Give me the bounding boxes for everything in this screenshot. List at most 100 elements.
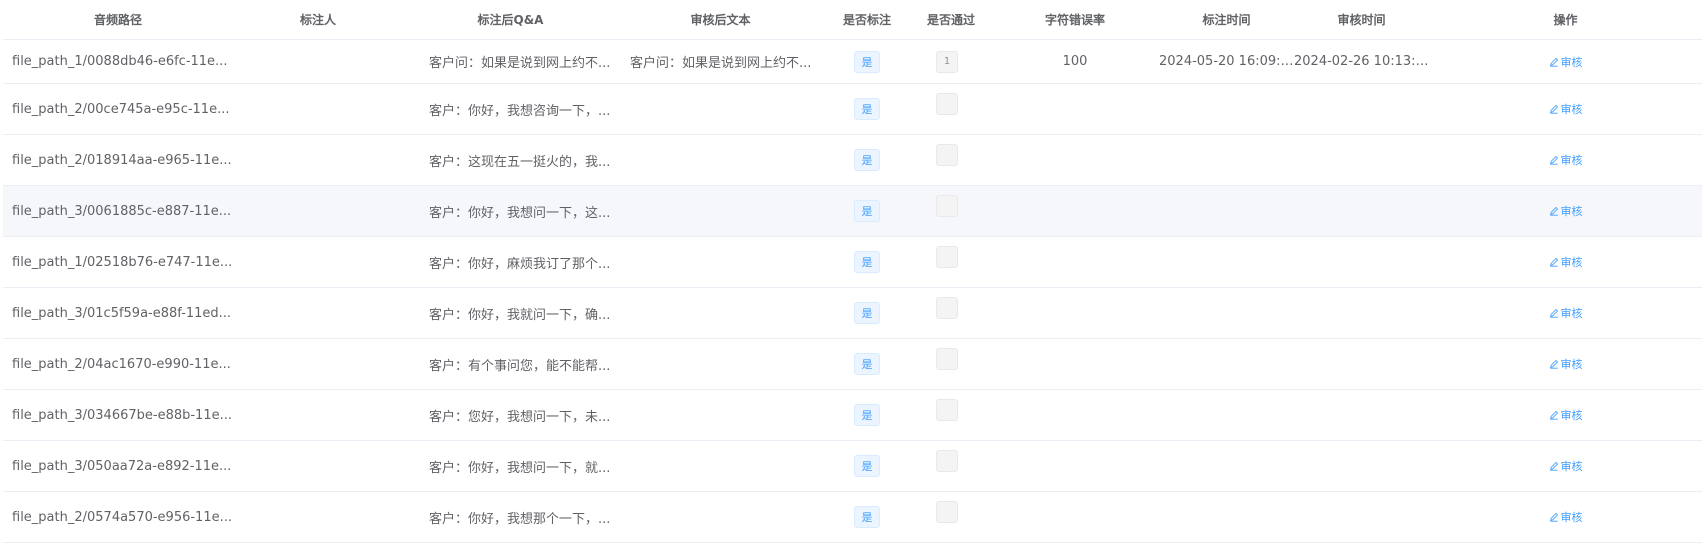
is-labeled-tag: 是 [854, 50, 880, 73]
review-button-label: 审核 [1560, 205, 1583, 218]
reviewed-text-cell [618, 186, 823, 236]
table-row[interactable]: file_path_1/0088db46-e6fc-11e... 客户问：如果是说… [3, 40, 1702, 84]
is-labeled-cell: 是 [823, 492, 911, 542]
review-button[interactable]: 审核 [1549, 203, 1583, 219]
header-actions: 操作 [1553, 12, 1578, 27]
review-button[interactable]: 审核 [1549, 152, 1583, 168]
review-time-cell [1294, 441, 1429, 491]
header-label-time[interactable]: 标注时间 [1159, 0, 1294, 38]
labeler-cell [233, 492, 403, 542]
table-row[interactable]: file_path_2/00ce745a-e95c-11e... 客户：你好，我想… [3, 84, 1702, 135]
table-row[interactable]: file_path_2/04ac1670-e990-11e... 客户：有个事问您… [3, 339, 1702, 390]
label-time-cell [1159, 492, 1294, 542]
actions-cell: 审核 [1429, 84, 1702, 134]
review-button[interactable]: 审核 [1549, 254, 1583, 270]
labeler-cell [233, 84, 403, 134]
edit-icon [1549, 155, 1558, 165]
actions-cell: 审核 [1429, 288, 1702, 338]
labeled-qa: 客户：有个事问您，能不能帮... [429, 358, 611, 374]
labeled-qa-cell: 客户：这现在五一挺火的，我... [403, 135, 618, 185]
review-button-label: 审核 [1560, 103, 1583, 116]
audio-path-cell: file_path_3/050aa72a-e892-11e... [3, 441, 233, 491]
header-is-passed[interactable]: 是否通过 [911, 0, 991, 38]
labeled-qa-cell: 客户：你好，我想问一下，就... [403, 441, 618, 491]
review-button-label: 审核 [1560, 55, 1583, 69]
actions-cell: 审核 [1429, 390, 1702, 440]
review-time-cell [1294, 492, 1429, 542]
is-labeled-tag: 是 [854, 404, 880, 426]
reviewed-text-cell [618, 390, 823, 440]
char-error-rate-cell: 100 [991, 40, 1159, 83]
is-labeled-tag: 是 [854, 200, 880, 222]
review-button[interactable]: 审核 [1549, 356, 1583, 372]
review-button[interactable]: 审核 [1549, 509, 1583, 525]
table-row[interactable]: file_path_2/0574a570-e956-11e... 客户：你好，我想… [3, 492, 1702, 543]
review-time-cell [1294, 135, 1429, 185]
labeled-qa: 客户：你好，我想问一下，这... [429, 205, 611, 221]
label-time-cell [1159, 441, 1294, 491]
table-row[interactable]: file_path_3/0061885c-e887-11e... 客户：你好，我想… [3, 186, 1702, 237]
edit-icon [1549, 410, 1558, 420]
table-row[interactable]: file_path_2/018914aa-e965-11e... 客户：这现在五一… [3, 135, 1702, 186]
audio-path: file_path_2/00ce745a-e95c-11e... [12, 101, 230, 117]
is-passed-tag [936, 297, 958, 319]
is-labeled-tag: 是 [854, 98, 880, 120]
label-time-cell [1159, 390, 1294, 440]
is-passed-tag [936, 93, 958, 115]
label-time-cell: 2024-05-20 16:09:42 [1159, 40, 1294, 83]
labeler-cell [233, 40, 403, 83]
is-labeled-tag: 是 [854, 251, 880, 273]
header-reviewed-text[interactable]: 审核后文本 [618, 0, 823, 38]
header-labeled-qa[interactable]: 标注后Q&A [403, 0, 618, 38]
labeled-qa: 客户：你好，我就问一下，确... [429, 307, 611, 323]
reviewed-text-cell [618, 441, 823, 491]
audio-path: file_path_1/02518b76-e747-11e... [12, 254, 233, 270]
review-button[interactable]: 审核 [1549, 54, 1583, 70]
audio-path-cell: file_path_2/0574a570-e956-11e... [3, 492, 233, 542]
header-char-error-rate[interactable]: 字符错误率 [991, 0, 1159, 38]
review-time: 2024-02-26 10:13:26 [1294, 54, 1429, 69]
table-row[interactable]: file_path_3/050aa72a-e892-11e... 客户：你好，我想… [3, 441, 1702, 492]
audio-path-cell: file_path_3/034667be-e88b-11e... [3, 390, 233, 440]
is-passed-tag [936, 195, 958, 217]
review-button[interactable]: 审核 [1549, 305, 1583, 321]
labeled-qa: 客户：您好，我想问一下，未... [429, 409, 611, 425]
is-labeled-tag: 是 [854, 353, 880, 375]
audio-path-cell: file_path_2/018914aa-e965-11e... [3, 135, 233, 185]
is-passed-tag [936, 144, 958, 166]
is-passed-cell [911, 492, 991, 542]
audio-path-cell: file_path_1/0088db46-e6fc-11e... [3, 40, 233, 83]
is-passed-tag [936, 246, 958, 268]
char-error-rate-cell [991, 288, 1159, 338]
char-error-rate-cell [991, 135, 1159, 185]
is-labeled-cell: 是 [823, 237, 911, 287]
table-row[interactable]: file_path_3/01c5f59a-e88f-11ed... 客户：你好，我… [3, 288, 1702, 339]
header-labeler[interactable]: 标注人 [233, 0, 403, 38]
labeled-qa: 客户：你好，我想问一下，就... [429, 460, 611, 476]
header-is-labeled[interactable]: 是否标注 [823, 0, 911, 38]
table-row[interactable]: file_path_1/02518b76-e747-11e... 客户：你好，麻烦… [3, 237, 1702, 288]
audio-path-cell: file_path_3/01c5f59a-e88f-11ed... [3, 288, 233, 338]
edit-icon [1549, 206, 1558, 216]
reviewed-text-cell [618, 339, 823, 389]
labeler-cell [233, 339, 403, 389]
is-passed-cell [911, 288, 991, 338]
labeled-qa-cell: 客户：你好，麻烦我订了那个... [403, 237, 618, 287]
label-time-cell [1159, 84, 1294, 134]
reviewed-text-cell [618, 492, 823, 542]
labeled-qa: 客户问：如果是说到网上约不... [429, 56, 611, 71]
is-labeled-tag: 是 [854, 302, 880, 324]
review-button[interactable]: 审核 [1549, 458, 1583, 474]
review-button[interactable]: 审核 [1549, 407, 1583, 423]
audio-path: file_path_3/034667be-e88b-11e... [12, 407, 232, 423]
audio-path: file_path_2/0574a570-e956-11e... [12, 509, 232, 525]
labeler-cell [233, 441, 403, 491]
table-row[interactable]: file_path_3/034667be-e88b-11e... 客户：您好，我想… [3, 390, 1702, 441]
label-time-cell [1159, 288, 1294, 338]
edit-icon [1549, 359, 1558, 369]
review-button[interactable]: 审核 [1549, 101, 1583, 117]
table-header: 音频路径 标注人 标注后Q&A 审核后文本 是否标注 是否通过 字符错误率 标注… [3, 0, 1702, 40]
actions-cell: 审核 [1429, 135, 1702, 185]
header-audio-path[interactable]: 音频路径 [3, 0, 233, 38]
header-review-time[interactable]: 审核时间 [1294, 0, 1429, 38]
